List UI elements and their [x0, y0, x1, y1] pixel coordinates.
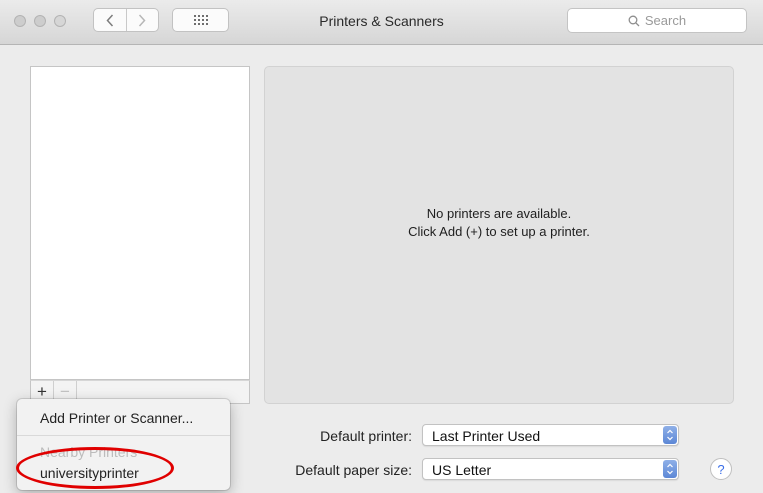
popup-arrows-icon	[663, 426, 677, 444]
printer-list[interactable]	[30, 66, 250, 380]
search-field[interactable]: Search	[567, 8, 747, 33]
highlight-ring	[16, 447, 174, 489]
help-button[interactable]: ?	[710, 458, 732, 480]
default-paper-size-popup[interactable]: US Letter	[422, 458, 679, 480]
default-paper-size-value: US Letter	[432, 462, 492, 478]
menu-separator	[17, 435, 230, 436]
default-printer-value: Last Printer Used	[432, 428, 541, 444]
empty-message-line-1: No printers are available.	[426, 206, 572, 221]
search-icon	[628, 15, 640, 26]
menu-item-add-printer[interactable]: Add Printer or Scanner...	[17, 410, 230, 426]
printer-detail-pane: No printers are available. Click Add (+)…	[264, 66, 734, 404]
default-printer-popup[interactable]: Last Printer Used	[422, 424, 679, 446]
popup-arrows-icon	[663, 460, 677, 478]
empty-message-line-2: Click Add (+) to set up a printer.	[408, 224, 590, 239]
default-paper-size-label: Default paper size:	[295, 462, 412, 478]
title-bar: Printers & Scanners Search	[0, 0, 763, 45]
default-printer-label: Default printer:	[320, 428, 412, 444]
empty-message: No printers are available. Click Add (+)…	[265, 205, 733, 241]
search-placeholder: Search	[644, 13, 687, 28]
